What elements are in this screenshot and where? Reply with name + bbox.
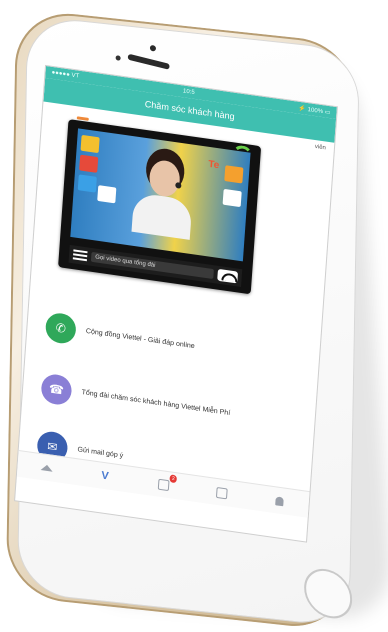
list-item-community[interactable]: ✆ Cộng đồng Viettel - Giải đáp online xyxy=(44,311,298,376)
header-text-fragment: viên xyxy=(314,143,327,152)
video-bg-tile xyxy=(79,154,99,173)
video-bg-tile xyxy=(77,174,97,193)
hangup-button[interactable] xyxy=(217,268,239,284)
list-item-label: Cộng đồng Viettel - Giải đáp online xyxy=(85,328,195,351)
video-bg-tile xyxy=(97,185,117,204)
tab-home[interactable] xyxy=(39,460,54,476)
video-call-panel[interactable]: Te Gọi video qua tổng đài xyxy=(58,119,262,295)
viettel-logo-icon: V xyxy=(100,469,110,483)
agent-head xyxy=(148,158,181,199)
notification-badge: 2 xyxy=(169,474,177,484)
headset-icon: ☎ xyxy=(40,372,73,407)
video-bg-tile xyxy=(224,165,244,184)
home-button[interactable] xyxy=(303,563,353,624)
brand-text: Te xyxy=(207,158,220,172)
video-feed: Te xyxy=(70,128,251,262)
agent-body xyxy=(131,192,193,240)
main-content: viên Te Gọi video qua tổng đài ✆ Cộng đồ… xyxy=(16,102,335,518)
list-item-label: Tổng đài chăm sóc khách hàng Viettel Miễ… xyxy=(81,389,231,418)
list-item-hotline[interactable]: ☎ Tổng đài chăm sóc khách hàng Viettel M… xyxy=(40,372,293,438)
video-bg-tile xyxy=(80,134,100,154)
phone-screen: ●●●●● VT 10:5 ⚡ 100% ▭ Chăm sóc khách hà… xyxy=(15,66,337,542)
menu-icon[interactable] xyxy=(72,249,88,262)
tab-viettel[interactable]: V xyxy=(97,468,112,484)
chat-icon: ✆ xyxy=(44,311,77,346)
front-camera xyxy=(149,44,157,52)
carrier-label: ●●●●● VT xyxy=(51,69,80,80)
proximity-sensor xyxy=(115,55,121,61)
tab-store[interactable] xyxy=(214,485,229,501)
tab-messages[interactable]: 2 xyxy=(156,474,177,492)
clock-label: 10:5 xyxy=(182,88,195,96)
wifi-icon xyxy=(232,144,253,160)
bell-icon xyxy=(275,495,284,506)
video-call-label: Gọi video qua tổng đài xyxy=(90,251,214,280)
headset-icon xyxy=(175,182,182,189)
earpiece-speaker xyxy=(127,53,170,70)
home-icon xyxy=(40,464,54,472)
phone-device: ●●●●● VT 10:5 ⚡ 100% ▭ Chăm sóc khách hà… xyxy=(5,8,388,632)
video-bg-tile xyxy=(222,188,242,208)
tab-notifications[interactable] xyxy=(272,493,287,509)
store-icon xyxy=(215,486,228,499)
message-icon xyxy=(157,478,170,491)
